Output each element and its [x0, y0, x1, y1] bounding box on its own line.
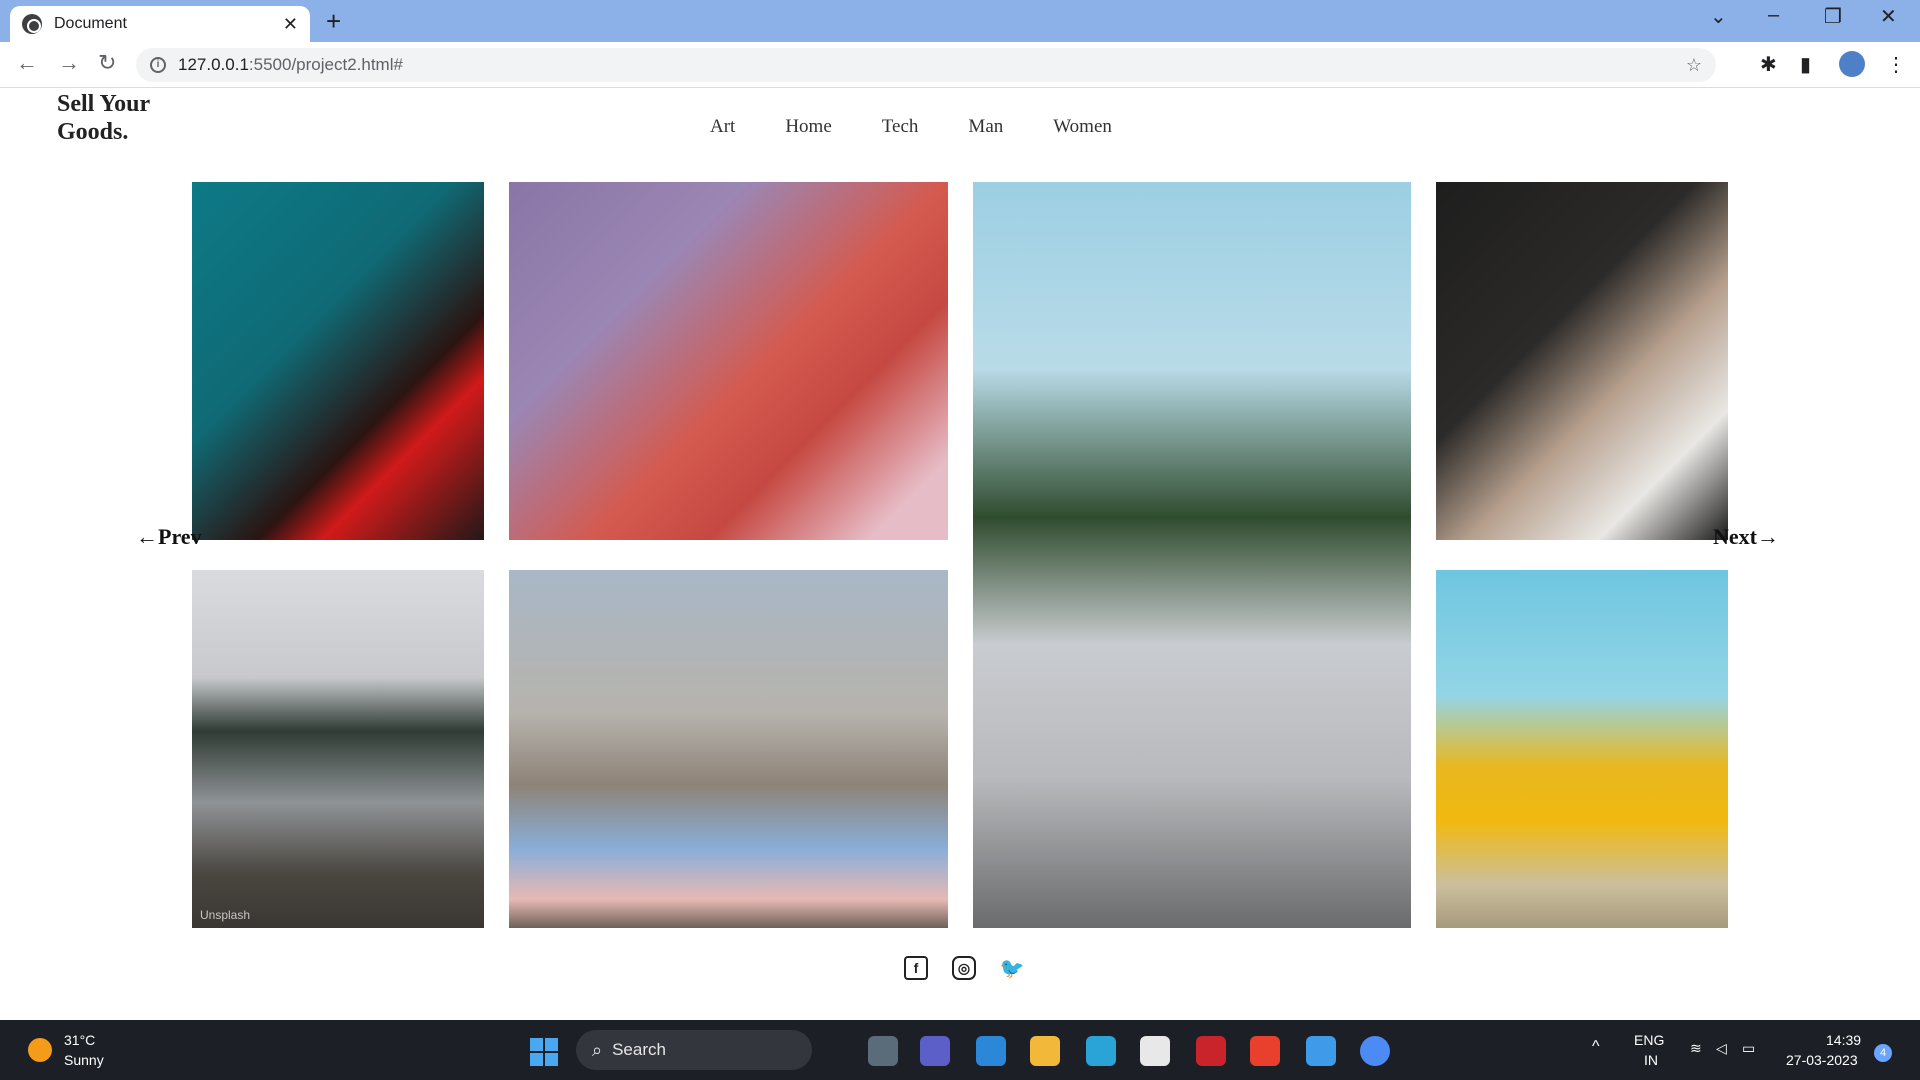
gallery-photo-3 [973, 182, 1411, 928]
side-panel-icon[interactable]: ▮ [1800, 52, 1811, 77]
arrow-right-icon: → [1756, 524, 1779, 549]
close-window-icon[interactable]: ✕ [1880, 4, 1897, 29]
notification-badge[interactable]: 4 [1874, 1044, 1892, 1062]
edge-icon[interactable] [1086, 1036, 1116, 1066]
next-label: Next [1713, 524, 1757, 549]
weather-temperature[interactable]: 31°C [64, 1032, 95, 1048]
bookmark-star-icon[interactable]: ☆ [1686, 55, 1702, 76]
browser-tab[interactable]: Document ✕ [10, 6, 310, 42]
url-host: 127.0.0.1 [178, 55, 249, 74]
menu-icon[interactable]: ⋮ [1886, 52, 1906, 77]
sun-icon[interactable] [28, 1038, 52, 1062]
address-bar[interactable]: i 127.0.0.1:5500/project2.html# ☆ [136, 48, 1716, 82]
gallery-photo-6 [509, 570, 948, 928]
chevron-up-icon[interactable]: ^ [1592, 1038, 1600, 1056]
extensions-icon[interactable]: ✱ [1760, 52, 1777, 77]
facebook-icon[interactable]: f [904, 956, 928, 980]
browser-tabbar: Document ✕ + ⌄ – ❐ ✕ [0, 0, 1920, 42]
clock-date[interactable]: 27-03-2023 [1786, 1052, 1858, 1068]
reload-icon[interactable]: ↻ [98, 50, 116, 76]
teams-icon[interactable] [920, 1036, 950, 1066]
prev-label: Prev [158, 524, 202, 549]
gallery-photo-7 [1436, 570, 1728, 928]
browser-toolbar: ← → ↻ i 127.0.0.1:5500/project2.html# ☆ … [0, 42, 1920, 88]
tab-title: Document [54, 15, 127, 32]
battery-icon[interactable]: ▭ [1742, 1040, 1755, 1057]
weather-condition[interactable]: Sunny [64, 1052, 104, 1068]
gallery-photo-2 [509, 182, 948, 540]
chrome-icon[interactable] [1360, 1036, 1390, 1066]
clock-time[interactable]: 14:39 [1826, 1032, 1861, 1048]
tab-search-icon[interactable]: ⌄ [1710, 4, 1727, 29]
nav-art[interactable]: Art [710, 116, 735, 138]
site-logo[interactable]: Sell Your Goods. [57, 90, 177, 146]
instagram-icon[interactable]: ◎ [952, 956, 976, 980]
volume-icon[interactable]: ◁ [1716, 1040, 1727, 1057]
search-icon: ⌕ [592, 1039, 603, 1060]
vscode-icon[interactable] [976, 1036, 1006, 1066]
back-icon[interactable]: ← [16, 50, 38, 76]
nav-women[interactable]: Women [1053, 116, 1112, 138]
gallery-photo-1 [192, 182, 484, 540]
gallery-photo-4 [1436, 182, 1728, 540]
globe-icon [22, 14, 42, 34]
windows-taskbar: 31°C Sunny ⌕ Search ^ ENG IN ≋ ◁ ▭ 14:39… [0, 1020, 1920, 1080]
store-icon[interactable] [1140, 1036, 1170, 1066]
restore-icon[interactable]: ❐ [1824, 4, 1842, 29]
mcafee-icon[interactable] [1196, 1036, 1226, 1066]
start-button[interactable] [530, 1038, 558, 1066]
minimize-icon[interactable]: – [1768, 4, 1779, 27]
nav-man[interactable]: Man [968, 116, 1003, 138]
git-icon[interactable] [1250, 1036, 1280, 1066]
arrow-left-icon: ← [136, 524, 158, 549]
twitter-icon[interactable]: 🐦 [1000, 956, 1025, 980]
forward-icon[interactable]: → [58, 50, 80, 76]
wifi-icon[interactable]: ≋ [1690, 1040, 1702, 1057]
info-icon[interactable]: i [150, 57, 166, 73]
prev-button[interactable]: ←Prev [136, 524, 202, 550]
new-tab-button[interactable]: + [326, 6, 341, 37]
language-line-1[interactable]: ENG [1634, 1032, 1664, 1048]
next-button[interactable]: Next→ [1713, 524, 1779, 550]
social-links: f ◎ 🐦 [904, 956, 1024, 980]
close-tab-icon[interactable]: ✕ [283, 14, 298, 35]
nav-home[interactable]: Home [785, 116, 831, 138]
photo-watermark: Unsplash [200, 908, 251, 922]
url-path: :5500/project2.html# [248, 55, 403, 74]
profile-avatar[interactable] [1839, 51, 1865, 77]
language-line-2[interactable]: IN [1644, 1052, 1658, 1068]
gallery-photo-5: Unsplash [192, 570, 484, 928]
nav-tech[interactable]: Tech [882, 116, 919, 138]
file-explorer-icon[interactable] [1030, 1036, 1060, 1066]
taskbar-search[interactable]: ⌕ Search [576, 1030, 812, 1070]
task-view-icon[interactable] [868, 1036, 898, 1066]
search-label: Search [612, 1040, 666, 1059]
help-icon[interactable] [1306, 1036, 1336, 1066]
